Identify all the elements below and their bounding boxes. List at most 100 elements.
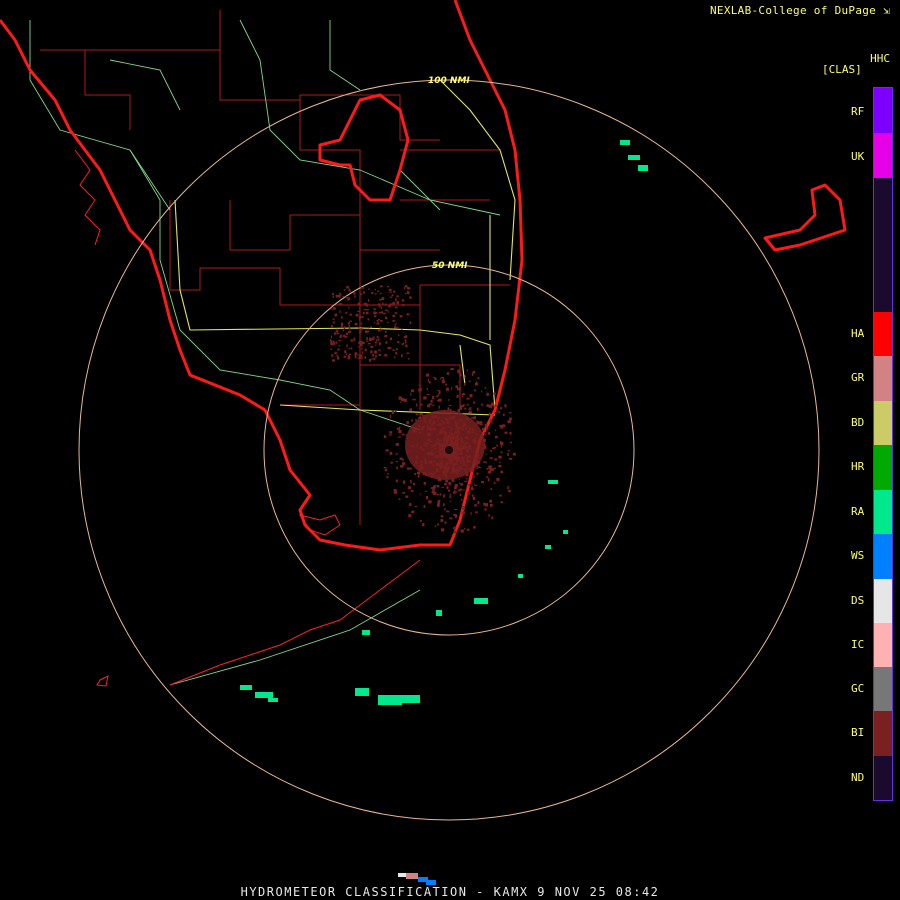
echo-gate: [396, 466, 398, 470]
echo-gate: [476, 467, 478, 469]
echo-gate: [459, 373, 462, 377]
echo-gate: [399, 457, 403, 460]
echo-gate: [366, 330, 370, 333]
echo-gate: [425, 490, 428, 492]
echo-gate: [477, 501, 480, 505]
echo-gate: [366, 340, 369, 342]
echo-gate: [339, 310, 341, 314]
echo-gate: [498, 411, 501, 413]
echo-gate: [462, 393, 465, 396]
legend-label-gr: GR: [851, 371, 865, 384]
echo-gate: [379, 299, 382, 301]
echo-gate: [449, 495, 451, 499]
echo-gate: [361, 347, 363, 350]
echo-gate: [400, 328, 403, 330]
legend-label-gc: GC: [851, 682, 865, 695]
echo-gate: [400, 465, 404, 468]
echo-gate: [462, 507, 465, 510]
legend-swatch-bd: [874, 401, 892, 445]
echo-gate: [340, 322, 344, 326]
echo-gate: [466, 403, 469, 406]
echo-gate: [459, 482, 461, 485]
echo-gate: [420, 387, 422, 390]
echo-gate: [500, 425, 504, 429]
echo-gate: [468, 380, 471, 383]
legend-swatch-bi: [874, 711, 892, 756]
echo-gate: [378, 349, 381, 351]
echo-gate: [462, 395, 464, 398]
echo-gate: [362, 341, 365, 344]
coast-detail: [74, 149, 421, 687]
echo-gate: [359, 330, 362, 334]
echo-gate: [386, 321, 389, 323]
echo-gate: [437, 523, 439, 526]
echo-gate: [446, 387, 449, 391]
echo-gate: [368, 299, 370, 302]
echo-gate: [466, 477, 468, 480]
echo-gate: [476, 381, 478, 385]
echo-gate: [509, 417, 512, 421]
echo-gate: [397, 341, 400, 344]
echo-gate: [395, 453, 398, 455]
echo-gate: [354, 352, 358, 356]
legend-label-ha: HA: [851, 327, 865, 340]
echo-gate: [365, 311, 369, 315]
echo-gate: [359, 293, 363, 296]
legend-swatch-ha: [874, 312, 892, 356]
legend-label-ds: DS: [851, 594, 865, 607]
echo-gate: [432, 395, 435, 400]
echo-gate: [406, 313, 410, 316]
product-title: HYDROMETEOR CLASSIFICATION - KAMX 9 NOV …: [240, 885, 660, 899]
echo-gate: [416, 403, 418, 407]
echo-gate: [364, 356, 366, 359]
echo-gate: [444, 521, 447, 524]
echo-gate: [457, 381, 459, 383]
echo-gate: [440, 493, 442, 496]
echo-gate: [446, 372, 450, 375]
echo-gate: [387, 310, 389, 313]
echo-gate: [476, 407, 479, 411]
echo-gate: [472, 497, 476, 499]
echo-gate: [360, 322, 363, 325]
echo-gate: [340, 316, 343, 319]
echo-gate: [339, 292, 341, 295]
echo-gate: [395, 322, 397, 325]
echo-gate: [496, 444, 498, 447]
echo-gate: [448, 482, 452, 485]
echo-gate: [438, 405, 440, 409]
echo-gate: [405, 292, 407, 295]
echo-gate: [382, 312, 386, 315]
echo-gate: [401, 354, 403, 358]
echo-gate: [398, 426, 401, 428]
echo-gate: [440, 518, 443, 523]
echo-gate: [384, 468, 387, 472]
echo-gate: [333, 332, 337, 335]
echo-gate: [439, 378, 441, 380]
echo-gate: [441, 379, 445, 384]
echo-gate: [353, 292, 356, 295]
echo-gate: [378, 354, 381, 357]
echo-gate: [458, 387, 461, 391]
echo-gate: [394, 411, 397, 413]
echo-gate: [490, 450, 492, 452]
echo-gate: [376, 319, 379, 322]
echo-gate: [436, 484, 440, 488]
echo-gate: [481, 390, 483, 393]
echo-gate: [426, 388, 428, 390]
echo-gate: [456, 388, 459, 391]
echo-gate: [354, 323, 358, 326]
legend-label-uk: UK: [851, 150, 865, 163]
echo-gate: [466, 369, 468, 372]
echo-gate: [343, 355, 347, 358]
echo-gate: [335, 341, 338, 344]
radar-map: 50 NMI 100 NMI: [0, 0, 847, 885]
echo-gate: [438, 390, 441, 394]
echo-gate: [448, 399, 450, 401]
echo-gate: [441, 486, 444, 488]
echo-gate: [386, 476, 389, 479]
echo-gate: [464, 480, 467, 483]
echo-gate: [336, 355, 339, 357]
echo-gate: [392, 314, 396, 317]
echo-gate: [331, 293, 334, 295]
echo-gate: [508, 490, 511, 493]
